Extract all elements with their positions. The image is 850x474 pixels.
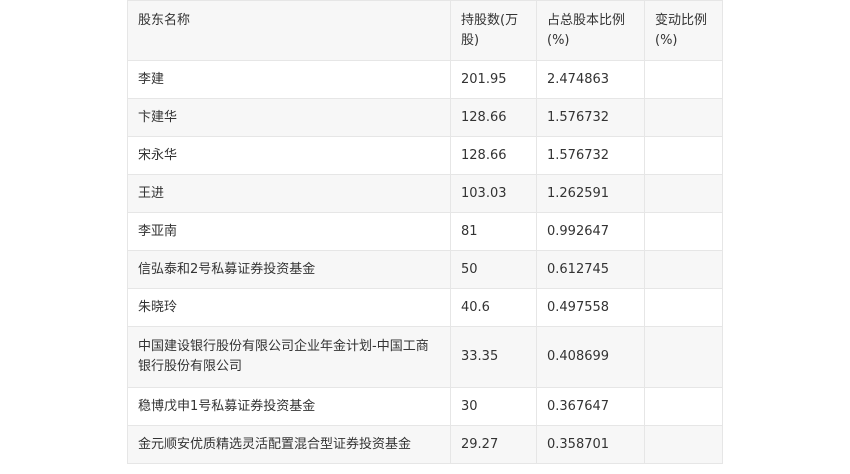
cell-change (644, 98, 723, 137)
cell-name: 宋永华 (127, 136, 451, 175)
cell-ratio: 1.262591 (536, 174, 645, 213)
header-shareholder-name: 股东名称 (127, 0, 451, 61)
cell-name: 金元顺安优质精选灵活配置混合型证券投资基金 (127, 425, 451, 464)
table-row: 金元顺安优质精选灵活配置混合型证券投资基金 29.27 0.358701 (127, 425, 723, 464)
cell-shares: 103.03 (450, 174, 537, 213)
cell-change (644, 387, 723, 426)
cell-ratio: 0.408699 (536, 326, 645, 388)
cell-shares: 201.95 (450, 60, 537, 99)
cell-shares: 128.66 (450, 98, 537, 137)
table-row: 宋永华 128.66 1.576732 (127, 136, 723, 175)
cell-change (644, 174, 723, 213)
cell-name: 信弘泰和2号私募证券投资基金 (127, 250, 451, 289)
cell-shares: 81 (450, 212, 537, 251)
cell-ratio: 1.576732 (536, 136, 645, 175)
shareholder-table-container: 股东名称 持股数(万股) 占总股本比例(%) 变动比例(%) 李建 201.95… (127, 0, 723, 464)
table-row: 李建 201.95 2.474863 (127, 60, 723, 99)
cell-change (644, 212, 723, 251)
cell-change (644, 60, 723, 99)
cell-ratio: 1.576732 (536, 98, 645, 137)
cell-ratio: 2.474863 (536, 60, 645, 99)
table-header-row: 股东名称 持股数(万股) 占总股本比例(%) 变动比例(%) (127, 0, 723, 61)
cell-shares: 33.35 (450, 326, 537, 388)
cell-change (644, 326, 723, 388)
cell-name: 朱晓玲 (127, 288, 451, 327)
shareholder-table: 股东名称 持股数(万股) 占总股本比例(%) 变动比例(%) 李建 201.95… (127, 0, 723, 464)
cell-change (644, 136, 723, 175)
header-shares: 持股数(万股) (450, 0, 537, 61)
table-row: 卞建华 128.66 1.576732 (127, 98, 723, 137)
cell-shares: 29.27 (450, 425, 537, 464)
cell-ratio: 0.612745 (536, 250, 645, 289)
cell-shares: 50 (450, 250, 537, 289)
table-row: 信弘泰和2号私募证券投资基金 50 0.612745 (127, 250, 723, 289)
cell-name: 中国建设银行股份有限公司企业年金计划-中国工商银行股份有限公司 (127, 326, 451, 388)
cell-change (644, 250, 723, 289)
cell-name: 稳博戊申1号私募证券投资基金 (127, 387, 451, 426)
table-row: 稳博戊申1号私募证券投资基金 30 0.367647 (127, 387, 723, 426)
cell-shares: 128.66 (450, 136, 537, 175)
header-change: 变动比例(%) (644, 0, 723, 61)
table-row: 朱晓玲 40.6 0.497558 (127, 288, 723, 327)
cell-ratio: 0.497558 (536, 288, 645, 327)
cell-ratio: 0.367647 (536, 387, 645, 426)
header-ratio: 占总股本比例(%) (536, 0, 645, 61)
cell-name: 李建 (127, 60, 451, 99)
cell-name: 卞建华 (127, 98, 451, 137)
cell-ratio: 0.992647 (536, 212, 645, 251)
cell-shares: 30 (450, 387, 537, 426)
table-row: 李亚南 81 0.992647 (127, 212, 723, 251)
table-row: 王进 103.03 1.262591 (127, 174, 723, 213)
cell-change (644, 425, 723, 464)
table-row: 中国建设银行股份有限公司企业年金计划-中国工商银行股份有限公司 33.35 0.… (127, 326, 723, 388)
cell-shares: 40.6 (450, 288, 537, 327)
cell-name: 王进 (127, 174, 451, 213)
cell-ratio: 0.358701 (536, 425, 645, 464)
cell-name: 李亚南 (127, 212, 451, 251)
cell-change (644, 288, 723, 327)
